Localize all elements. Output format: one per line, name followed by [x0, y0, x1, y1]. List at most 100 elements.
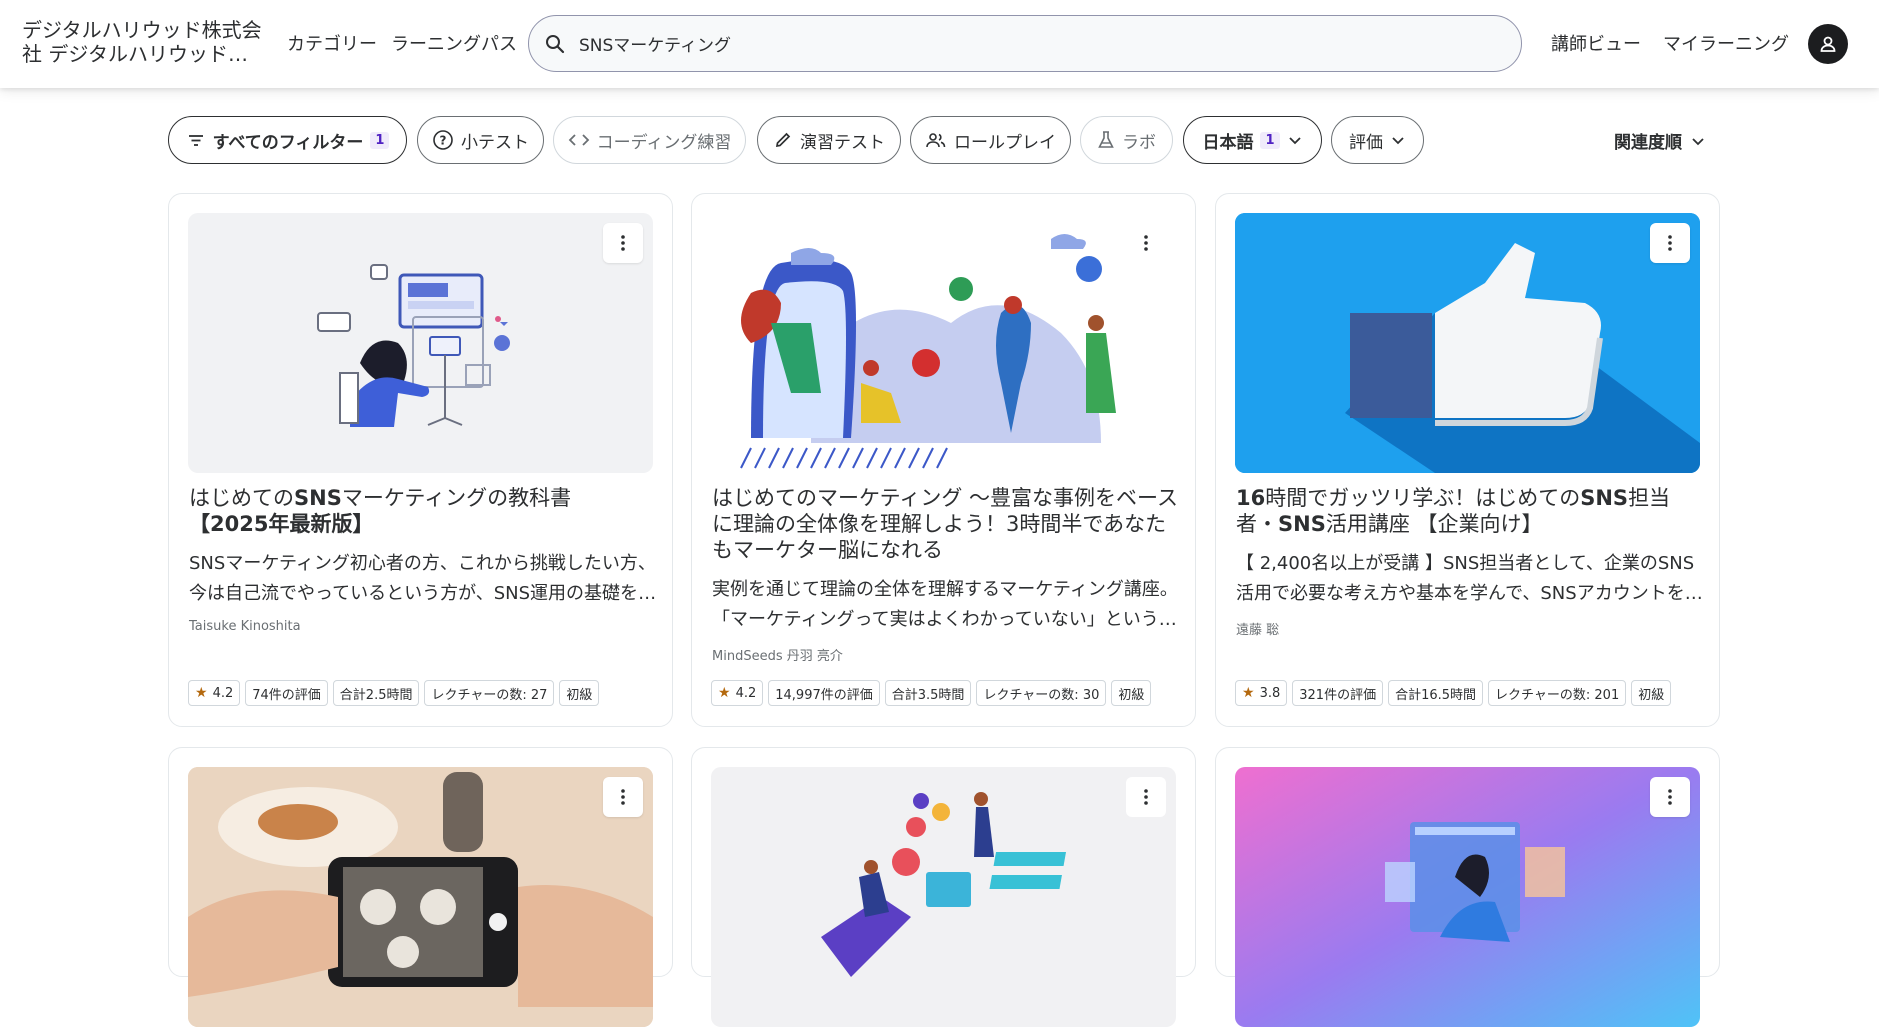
flask-icon	[1098, 131, 1114, 148]
more-vertical-icon	[621, 235, 625, 251]
svg-text:?: ?	[440, 134, 447, 148]
language-filter-label: 日本語	[1202, 132, 1254, 153]
nav-learning-paths[interactable]: ラーニングパス	[391, 30, 517, 56]
role-play-filter-chip[interactable]: ロールプレイ	[910, 116, 1071, 164]
filter-icon	[188, 135, 203, 146]
quiz-filter-chip[interactable]: ? 小テスト	[417, 116, 544, 164]
title-part: SNS	[1278, 512, 1326, 536]
all-filters-label: すべてのフィルター	[212, 132, 364, 153]
course-card[interactable]	[1215, 747, 1720, 1027]
course-illustration	[188, 767, 653, 1027]
reviews-badge: 14,997件の評価	[768, 680, 880, 706]
title-part: マーケティングの教科書	[341, 486, 572, 510]
search-bar[interactable]	[528, 15, 1522, 72]
reviews-badge: 321件の評価	[1292, 680, 1384, 706]
avatar[interactable]	[1808, 24, 1848, 64]
course-title[interactable]: はじめてのSNSマーケティングの教科書 【2025年最新版】	[189, 485, 659, 537]
course-badges: ★ 4.2 74件の評価 合計2.5時間 レクチャーの数: 27 初級	[188, 680, 600, 706]
hours-badge: 合計2.5時間	[332, 680, 420, 706]
chevron-down-icon	[1692, 137, 1704, 145]
top-header: デジタルハリウッド株式会 社 デジタルハリウッド大… カテゴリー ラーニングパス…	[0, 0, 1879, 88]
people-icon	[926, 133, 946, 148]
rating-badge: ★ 4.2	[188, 680, 241, 706]
rating-badge: ★ 4.2	[711, 680, 764, 706]
course-description: 実例を通じて理論の全体を理解するマーケティング講座。「マーケティングって実はよく…	[712, 579, 1178, 630]
course-menu-button[interactable]	[1126, 223, 1166, 263]
more-vertical-icon	[1668, 235, 1672, 251]
course-thumbnail[interactable]	[1235, 213, 1700, 473]
star-icon: ★	[1242, 685, 1255, 701]
course-thumbnail[interactable]	[711, 213, 1176, 473]
course-description: 【 2,400名以上が受講 】SNS担当者として、企業のSNS活用で必要な考え方…	[1236, 553, 1703, 604]
org-name-line1: デジタルハリウッド株式会	[22, 18, 262, 42]
rating-filter-chip[interactable]: 評価	[1331, 116, 1424, 164]
all-filters-button[interactable]: すべてのフィルター 1	[168, 116, 407, 164]
practice-test-filter-label: 演習テスト	[800, 132, 885, 153]
course-author: MindSeeds 丹羽 亮介	[712, 649, 843, 664]
practice-test-filter-chip[interactable]: 演習テスト	[757, 116, 901, 164]
course-card[interactable]: 16時間でガッツリ学ぶ！はじめてのSNS担当者・SNS活用講座 【企業向け】 【…	[1215, 193, 1720, 727]
org-name[interactable]: デジタルハリウッド株式会 社 デジタルハリウッド大…	[22, 18, 262, 66]
title-part: はじめての	[189, 486, 294, 510]
course-title[interactable]: 16時間でガッツリ学ぶ！はじめてのSNS担当者・SNS活用講座 【企業向け】	[1236, 485, 1706, 537]
course-card[interactable]	[691, 747, 1196, 1027]
more-vertical-icon	[621, 789, 625, 805]
sort-dropdown[interactable]: 関連度順	[1614, 128, 1706, 153]
course-illustration	[821, 792, 1067, 977]
rating-value: 4.2	[735, 685, 757, 701]
sort-label: 関連度順	[1614, 133, 1682, 153]
course-illustration	[317, 264, 510, 427]
course-menu-button[interactable]	[603, 223, 643, 263]
code-icon	[568, 134, 589, 146]
course-card[interactable]	[168, 747, 673, 1027]
rating-filter-label: 評価	[1349, 132, 1383, 153]
language-filter-chip[interactable]: 日本語 1	[1183, 116, 1322, 164]
coding-filter-chip[interactable]: コーディング練習	[553, 116, 746, 164]
role-play-filter-label: ロールプレイ	[954, 132, 1056, 153]
course-illustration	[1235, 767, 1700, 1027]
rating-value: 3.8	[1259, 685, 1281, 701]
course-badges: ★ 4.2 14,997件の評価 合計3.5時間 レクチャーの数: 30 初級	[711, 680, 1152, 706]
nav-categories[interactable]: カテゴリー	[287, 30, 377, 56]
title-part: SNS	[1580, 486, 1629, 510]
search-icon	[546, 34, 565, 53]
chevron-down-icon	[1288, 137, 1301, 145]
level-badge: 初級	[1631, 680, 1672, 706]
coding-filter-label: コーディング練習	[596, 132, 732, 153]
course-menu-button[interactable]	[1126, 777, 1166, 817]
lab-filter-chip[interactable]: ラボ	[1080, 116, 1173, 164]
course-card[interactable]: はじめてのマーケティング 〜豊富な事例をベースに理論の全体像を理解しよう！3時間…	[691, 193, 1196, 727]
course-title[interactable]: はじめてのマーケティング 〜豊富な事例をベースに理論の全体像を理解しよう！3時間…	[712, 485, 1182, 563]
org-name-line2: 社 デジタルハリウッド大…	[22, 42, 262, 66]
title-part: 時間でガッツリ学ぶ！はじめての	[1265, 486, 1581, 510]
language-filter-count: 1	[1260, 131, 1280, 149]
course-thumbnail[interactable]	[188, 767, 653, 1027]
rating-badge: ★ 3.8	[1235, 680, 1288, 706]
course-thumbnail[interactable]	[711, 767, 1176, 1027]
title-part: 活用講座 【企業向け】	[1325, 512, 1543, 536]
course-illustration	[1235, 213, 1700, 473]
nav-my-learning[interactable]: マイラーニング	[1663, 30, 1789, 56]
nav-instructor-view[interactable]: 講師ビュー	[1551, 30, 1641, 56]
more-vertical-icon	[1144, 235, 1148, 251]
course-author: 遠藤 聡	[1236, 623, 1280, 638]
course-menu-button[interactable]	[1650, 223, 1690, 263]
lectures-badge: レクチャーの数: 27	[424, 680, 555, 706]
reviews-badge: 74件の評価	[245, 680, 328, 706]
pencil-icon	[775, 132, 791, 148]
course-thumbnail[interactable]	[188, 213, 653, 473]
course-menu-button[interactable]	[1650, 777, 1690, 817]
search-input[interactable]	[579, 33, 1479, 54]
hours-badge: 合計16.5時間	[1388, 680, 1484, 706]
chevron-down-icon	[1392, 137, 1404, 145]
course-thumbnail[interactable]	[1235, 767, 1700, 1027]
title-part: 16	[1236, 486, 1266, 510]
course-card[interactable]: はじめてのSNSマーケティングの教科書 【2025年最新版】 SNSマーケティング…	[168, 193, 673, 727]
question-icon: ?	[433, 130, 453, 150]
level-badge: 初級	[1111, 680, 1152, 706]
quiz-filter-label: 小テスト	[461, 132, 529, 153]
star-icon: ★	[718, 685, 731, 701]
level-badge: 初級	[559, 680, 600, 706]
course-menu-button[interactable]	[603, 777, 643, 817]
all-filters-count: 1	[370, 131, 390, 149]
